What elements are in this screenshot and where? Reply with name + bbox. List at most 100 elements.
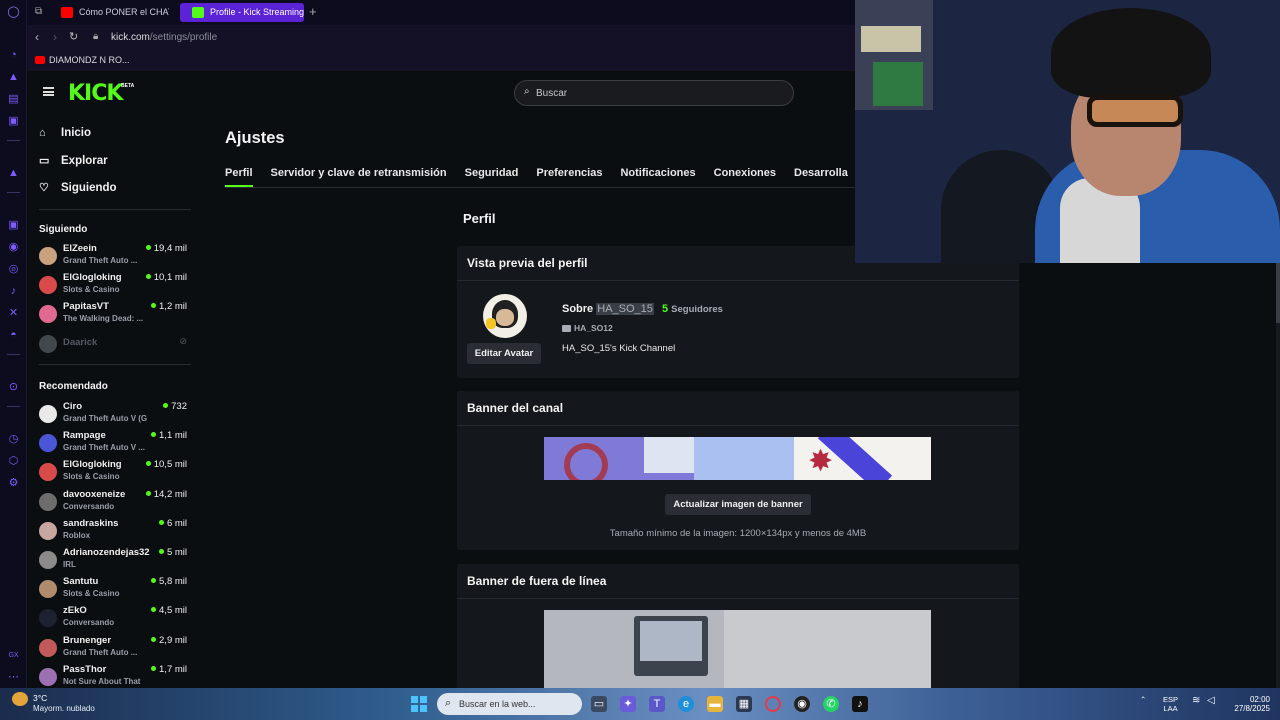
channel-row[interactable]: Adrianozendejas32 IRL 5 mil <box>39 547 187 573</box>
reload-icon[interactable]: ↻ <box>69 30 78 43</box>
channel-row[interactable]: Brunenger Grand Theft Auto ... 2,9 mil <box>39 635 187 661</box>
gx-control-icon[interactable]: ▲ <box>6 70 21 85</box>
menu-icon[interactable] <box>43 87 54 96</box>
tray-chevron-icon[interactable]: ⌃ <box>1140 695 1146 704</box>
aria-icon[interactable]: ▲ <box>6 166 21 181</box>
channel-row[interactable]: zEkO Conversando 4,5 mil <box>39 605 187 631</box>
rail-divider <box>7 406 20 407</box>
channel-row[interactable]: Daarick ⊘ <box>39 331 187 357</box>
tab-settings-2[interactable]: Seguridad <box>465 167 519 187</box>
discord-icon[interactable]: ◓ <box>6 328 21 343</box>
channel-name: Santutu <box>63 576 99 588</box>
live-dot-icon <box>151 636 157 642</box>
channel-row[interactable]: ElGlogloking Slots & Casino 10,1 mil <box>39 272 187 298</box>
tab-perfil[interactable]: Perfil <box>225 167 253 187</box>
channel-row[interactable]: ElGlogloking Slots & Casino 10,5 mil <box>39 459 187 485</box>
extensions-icon[interactable]: ⬡ <box>6 454 21 469</box>
more-icon[interactable]: ⋯ <box>6 670 21 685</box>
channel-row[interactable]: sandraskins Roblox 6 mil <box>39 518 187 544</box>
scrollbar-thumb[interactable] <box>1276 263 1280 323</box>
channel-avatar <box>39 609 57 628</box>
channel-row[interactable]: ElZeein Grand Theft Auto ... 19,4 mil <box>39 243 187 269</box>
whatsapp-icon[interactable]: ◉ <box>6 240 21 255</box>
whatsapp-icon[interactable]: ✆ <box>823 696 839 712</box>
bookmark-item[interactable]: DIAMONDZ N RO... <box>49 55 130 65</box>
tab-label: Profile - Kick Streaming <box>210 7 304 17</box>
page-scrollbar[interactable] <box>1276 263 1280 688</box>
channel-row[interactable]: Ciro Grand Theft Auto V (G... 732 <box>39 401 187 427</box>
copilot-icon[interactable]: ✦ <box>620 696 636 712</box>
channel-row[interactable]: Rampage Grand Theft Auto V ... 1,1 mil <box>39 430 187 456</box>
lock-icon[interactable]: 🔒︎ <box>93 31 98 42</box>
twitch-icon[interactable]: ▣ <box>6 218 21 233</box>
tab-settings-4[interactable]: Notificaciones <box>620 167 695 187</box>
channel-avatar <box>39 551 57 569</box>
channel-name: zEkO <box>63 605 87 617</box>
avatar <box>483 294 527 338</box>
channel-avatar <box>39 638 57 657</box>
edit-avatar-button[interactable]: Editar Avatar <box>467 343 541 364</box>
instagram-icon[interactable]: ◎ <box>6 262 21 277</box>
followers-count: 5 <box>661 303 669 315</box>
tab-youtube[interactable]: Cómo PONER el CHAT de <box>49 3 169 22</box>
tab-menu-icon[interactable]: ⧉ <box>35 6 47 18</box>
player-icon[interactable]: ⊙ <box>6 380 21 395</box>
nav-siguiendo[interactable]: ♡ Siguiendo <box>39 181 117 199</box>
channel-category: Grand Theft Auto V (G... <box>63 414 147 423</box>
viewer-count-text: 19,4 mil <box>153 243 187 254</box>
volume-icon[interactable]: ◁ <box>1207 695 1215 706</box>
tab-settings-3[interactable]: Preferencias <box>536 167 602 187</box>
tab-settings-6[interactable]: Desarrolla <box>794 167 848 187</box>
channel-row[interactable]: PassThor Not Sure About That 1,7 mil <box>39 664 187 688</box>
tab-settings-1[interactable]: Servidor y clave de retransmisión <box>271 167 447 187</box>
messenger-icon[interactable]: ▣ <box>6 114 21 129</box>
youtube-link[interactable]: HA_SO12 <box>562 323 613 333</box>
obs-icon[interactable]: ◉ <box>794 696 810 712</box>
avatar-face <box>496 309 514 326</box>
viewer-count: 6 mil <box>158 518 187 529</box>
file-explorer-icon[interactable]: ▬ <box>707 696 723 712</box>
settings-icon[interactable]: ⚙ <box>6 476 21 491</box>
offline-icon: ⊘ <box>179 335 187 346</box>
channel-avatar <box>39 434 57 453</box>
channel-row[interactable]: Santutu Slots & Casino 5,8 mil <box>39 576 187 602</box>
back-icon[interactable]: ‹ <box>35 30 39 44</box>
history-icon[interactable]: ◷ <box>6 432 21 447</box>
task-view-icon[interactable]: ▭ <box>591 696 607 712</box>
channel-row[interactable]: davooxeneize Conversando 14,2 mil <box>39 489 187 515</box>
nav-explorar[interactable]: ▭ Explorar <box>39 154 108 172</box>
channel-avatar <box>39 247 57 265</box>
kick-logo[interactable]: KICK <box>68 81 123 106</box>
edge-icon[interactable]: e <box>678 696 694 712</box>
viewer-count-text: 2,9 mil <box>159 634 187 646</box>
tab-settings-5[interactable]: Conexiones <box>714 167 776 187</box>
url-field[interactable]: kick.com/settings/profile <box>111 32 217 43</box>
store-icon[interactable]: ▦ <box>736 696 752 712</box>
viewer-count: 19,4 mil <box>145 243 187 254</box>
update-banner-button[interactable]: Actualizar imagen de banner <box>665 494 811 515</box>
nav-inicio[interactable]: ⌂ Inicio <box>39 127 91 145</box>
teams-icon[interactable]: T <box>649 696 665 712</box>
about-label: Sobre <box>562 303 594 315</box>
live-dot-icon <box>145 461 151 467</box>
tab-kick-profile[interactable]: Profile - Kick Streaming <box>180 3 304 22</box>
search-input[interactable] <box>536 85 776 101</box>
weather-icon[interactable] <box>12 692 28 706</box>
avatar-hand <box>486 318 496 329</box>
start-icon[interactable] <box>411 696 427 712</box>
tiktok-icon[interactable]: ♪ <box>852 696 868 712</box>
gx-corner-icon[interactable]: ▤ <box>6 92 21 107</box>
speed-dial-icon[interactable]: ◔ <box>6 48 21 63</box>
tiktok-icon[interactable]: ♪ <box>6 284 21 299</box>
opera-gx-icon[interactable] <box>765 696 781 712</box>
opera-logo-icon[interactable]: ◯ <box>6 5 21 20</box>
forward-icon[interactable]: › <box>53 30 57 44</box>
channel-category: The Walking Dead: ... <box>63 314 144 324</box>
taskbar-search[interactable]: ⌕ Buscar en la web... <box>437 693 582 715</box>
new-tab-icon[interactable]: + <box>309 4 317 19</box>
channel-row[interactable]: PapitasVT The Walking Dead: ... 1,2 mil <box>39 301 187 327</box>
wifi-icon[interactable]: ≋ <box>1192 695 1200 706</box>
clock[interactable]: 02:00 27/8/2025 <box>1228 695 1270 713</box>
x-icon[interactable]: ✕ <box>6 306 21 321</box>
keyboard-language[interactable]: ESP LAA <box>1163 695 1178 713</box>
